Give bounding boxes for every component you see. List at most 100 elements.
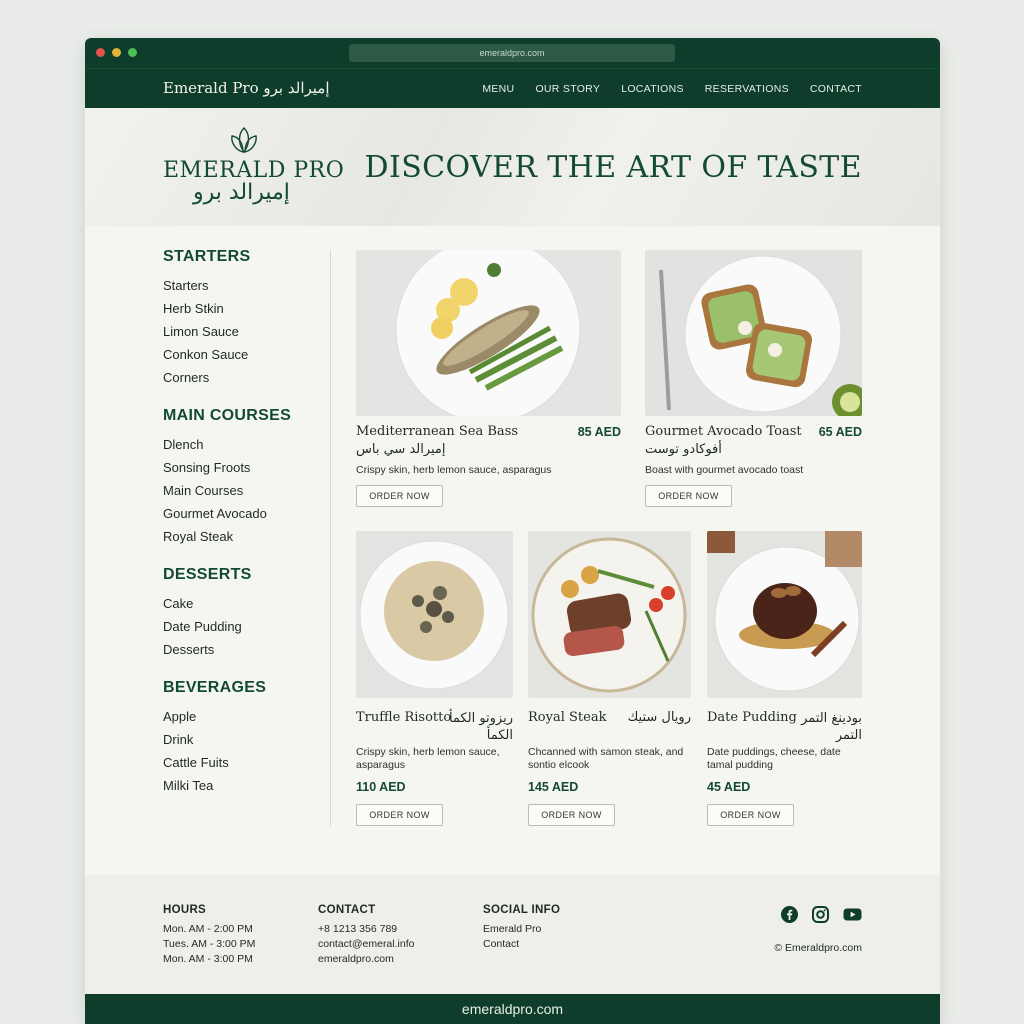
dish-description: Crispy skin, herb lemon sauce, asparagus [356,746,500,771]
footer-heading: HOURS [163,904,207,916]
dish-arabic-name: أفوكادو توست [645,442,722,457]
nav-link-our-story[interactable]: OUR STORY [535,83,600,95]
dish-price: 65 AED [818,425,862,439]
category-item[interactable]: Limon Sauce [163,320,328,343]
dish-name: Royal Steak [528,710,607,725]
social-icons [781,906,862,923]
hero-title: DISCOVER THE ART OF TASTE [364,150,862,185]
footer-email[interactable]: contact@emeral.info [318,938,414,953]
hero-banner: EMERALD PRO إميرالد برو DISCOVER THE ART… [85,108,940,226]
bottom-url-bar[interactable]: emeraldpro.com [85,994,940,1024]
page-footer: HOURS Mon. AM - 2:00 PM Tues. AM - 3:00 … [85,874,940,994]
minimize-window-button[interactable] [112,48,121,57]
instagram-icon[interactable] [812,906,829,923]
menu-content: STARTERS Starters Herb Stkin Limon Sauce… [85,226,940,874]
dish-name: Gourmet Avocado Toast [645,424,802,439]
footer-line: Mon. AM - 2:00 PM [163,923,253,935]
dish-description: Boast with gourmet avocado toast [645,464,804,476]
category-item[interactable]: Desserts [163,638,328,661]
category-main-courses: MAIN COURSES Dlench Sonsing Froots Main … [163,407,328,548]
dish-card-royal-steak: Royal Steak رويال ستيك Chcanned with sam… [528,531,691,831]
footer-website[interactable]: emeraldpro.com [318,953,414,968]
dish-description: Date puddings, cheese, date tamal puddin… [707,746,841,771]
footer-phone[interactable]: +8 1213 356 789 [318,923,414,938]
footer-copyright: © Emeraldpro.com [774,942,862,954]
dish-arabic-name: إميرالد سي باس [356,442,446,457]
category-item[interactable]: Sonsing Froots [163,456,328,479]
order-now-button[interactable]: ORDER NOW [356,804,443,826]
address-bar[interactable]: emeraldpro.com [349,44,675,62]
category-title[interactable]: DESSERTS [163,566,328,584]
dish-arabic-name: رويال ستيك [627,710,691,725]
category-item[interactable]: Cattle Fuits [163,751,328,774]
dish-name: Truffle Risotto [356,710,452,725]
window-controls [96,48,137,57]
nav-brand[interactable]: Emerald Pro إميرالد برو [163,79,330,97]
category-title[interactable]: MAIN COURSES [163,407,328,425]
category-item[interactable]: Cake [163,592,328,615]
category-title[interactable]: STARTERS [163,248,328,266]
category-item[interactable]: Gourmet Avocado [163,502,328,525]
maximize-window-button[interactable] [128,48,137,57]
order-now-button[interactable]: ORDER NOW [528,804,615,826]
category-beverages: BEVERAGES Apple Drink Cattle Fuits Milki… [163,679,328,797]
dish-price: 85 AED [577,425,621,439]
browser-titlebar: emeraldpro.com [85,38,940,68]
order-now-button[interactable]: ORDER NOW [356,485,443,507]
category-item[interactable]: Drink [163,728,328,751]
category-item[interactable]: Conkon Sauce [163,343,328,366]
dish-card-date-pudding: Date Pudding بودينغ التمر التمر Date pud… [707,531,862,831]
category-item[interactable]: Corners [163,366,328,389]
category-item[interactable]: Herb Stkin [163,297,328,320]
footer-link[interactable]: Emerald Pro [483,923,560,938]
top-navigation: Emerald Pro إميرالد برو MENU OUR STORY L… [85,68,940,108]
nav-link-contact[interactable]: CONTACT [810,83,862,95]
royal-steak-photo [528,531,691,698]
menu-sidebar: STARTERS Starters Herb Stkin Limon Sauce… [163,248,328,815]
dish-price: 45 AED [707,780,751,794]
footer-social-info: SOCIAL INFO Emerald Pro Contact [483,904,560,953]
category-desserts: DESSERTS Cake Date Pudding Desserts [163,566,328,661]
dish-description: Chcanned with samon steak, and sontio el… [528,746,684,771]
avocado-toast-photo [645,250,868,420]
dish-name: Mediterranean Sea Bass [356,424,519,439]
footer-heading: CONTACT [318,904,376,916]
footer-link[interactable]: Contact [483,938,560,953]
dish-arabic-name: ريزوتو الكمأ الكمأ [448,711,513,743]
dish-card-truffle-risotto: Truffle Risotto ريزوتو الكمأ الكمأ Crisp… [356,531,513,831]
dish-arabic-name: بودينغ التمر التمر [801,711,862,743]
dish-card-avocado-toast: Gourmet Avocado Toast 65 AED أفوكادو توس… [645,250,868,510]
category-title[interactable]: BEVERAGES [163,679,328,697]
nav-link-menu[interactable]: MENU [482,83,514,95]
category-item[interactable]: Main Courses [163,479,328,502]
dish-name: Date Pudding [707,710,797,725]
dish-price: 145 AED [528,780,579,794]
footer-heading: SOCIAL INFO [483,904,561,916]
nav-link-locations[interactable]: LOCATIONS [621,83,684,95]
nav-links: MENU OUR STORY LOCATIONS RESERVATIONS CO… [482,83,862,95]
nav-link-reservations[interactable]: RESERVATIONS [705,83,789,95]
footer-contact: CONTACT +8 1213 356 789 contact@emeral.i… [318,904,414,968]
category-item[interactable]: Apple [163,705,328,728]
sea-bass-photo [356,237,621,423]
close-window-button[interactable] [96,48,105,57]
leaf-logo-icon [231,127,257,154]
category-item[interactable]: Milki Tea [163,774,328,797]
browser-window: emeraldpro.com Emerald Pro إميرالد برو M… [85,38,940,1024]
facebook-icon[interactable] [781,906,798,923]
dish-card-sea-bass: Mediterranean Sea Bass 85 AED إميرالد سي… [356,237,621,510]
dish-description: Crispy skin, herb lemon sauce, asparagus [356,464,552,476]
order-now-button[interactable]: ORDER NOW [707,804,794,826]
category-starters: STARTERS Starters Herb Stkin Limon Sauce… [163,248,328,389]
footer-line: Tues. AM - 3:00 PM [163,938,256,950]
category-item[interactable]: Royal Steak [163,525,328,548]
logo-arabic: إميرالد برو [193,180,290,205]
dish-price: 110 AED [356,780,406,794]
order-now-button[interactable]: ORDER NOW [645,485,732,507]
category-item[interactable]: Starters [163,274,328,297]
category-item[interactable]: Date Pudding [163,615,328,638]
footer-hours: HOURS Mon. AM - 2:00 PM Tues. AM - 3:00 … [163,904,255,968]
youtube-icon[interactable] [843,906,862,923]
footer-line: Mon. AM - 3:00 PM [163,953,253,965]
category-item[interactable]: Dlench [163,433,328,456]
